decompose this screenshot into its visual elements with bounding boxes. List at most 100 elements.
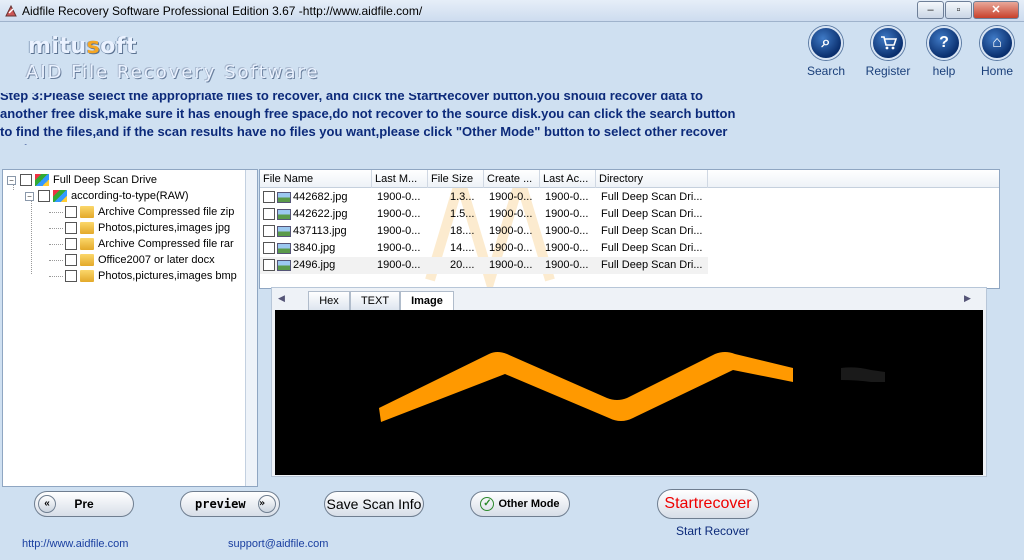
search-nav-button[interactable]: ⌕ Search xyxy=(802,26,850,78)
tab-image[interactable]: Image xyxy=(400,291,454,311)
tree-item-checkbox[interactable] xyxy=(65,270,77,282)
image-file-icon xyxy=(277,225,291,237)
help-icon: ? xyxy=(927,26,961,60)
tree-item-row[interactable]: Photos,pictures,images jpg xyxy=(49,220,230,236)
tree-item-row[interactable]: Photos,pictures,images bmp xyxy=(49,268,237,284)
tree-connector xyxy=(49,275,63,277)
column-header-last-modified[interactable]: Last M... xyxy=(372,170,428,188)
home-icon: ⌂ xyxy=(980,26,1014,60)
tree-item-label: Photos,pictures,images jpg xyxy=(98,222,231,234)
save-scan-info-button[interactable]: Save Scan Info xyxy=(324,491,424,517)
other-mode-label: Other Mode xyxy=(498,498,560,510)
column-header-file-name[interactable]: File Name xyxy=(260,170,372,188)
tree-item-checkbox[interactable] xyxy=(65,254,77,266)
directory-cell: Full Deep Scan Dri... xyxy=(601,208,703,220)
row-checkbox[interactable] xyxy=(263,259,275,272)
tab-hex[interactable]: Hex xyxy=(308,291,350,310)
directory-cell: Full Deep Scan Dri... xyxy=(601,191,703,203)
column-header-last-accessed[interactable]: Last Ac... xyxy=(540,170,596,188)
image-file-icon xyxy=(277,208,291,220)
tab-scroll-left-icon[interactable]: ◀ xyxy=(278,293,285,304)
website-link[interactable]: http://www.aidfile.com xyxy=(22,538,128,550)
table-row[interactable]: 442622.jpg 1900-0... 1.5... 1900-0... 19… xyxy=(260,206,708,223)
title-bar: Aidfile Recovery Software Professional E… xyxy=(0,0,1024,22)
support-email-link[interactable]: support@aidfile.com xyxy=(228,538,328,550)
search-nav-label: Search xyxy=(806,64,846,78)
help-nav-button[interactable]: ? help xyxy=(920,26,968,78)
file-name-cell: 442622.jpg xyxy=(293,208,348,220)
collapse-toggle-icon[interactable]: − xyxy=(25,191,34,201)
scan-tree-panel[interactable]: − Full Deep Scan Drive − according-to-ty… xyxy=(2,169,258,487)
tree-group-checkbox[interactable] xyxy=(38,190,50,202)
folder-icon xyxy=(80,222,94,234)
tree-root-checkbox[interactable] xyxy=(20,174,32,186)
tree-scrollbar[interactable] xyxy=(245,170,257,486)
file-table-header: File Name Last M... File Size Create ...… xyxy=(260,170,999,188)
help-nav-label: help xyxy=(932,64,956,78)
pre-button[interactable]: « Pre xyxy=(34,491,134,517)
product-subtitle: AID File Recovery Software xyxy=(26,62,320,83)
tree-group-row[interactable]: − according-to-type(RAW) xyxy=(25,188,189,204)
folder-icon xyxy=(80,206,94,218)
chevron-left-icon: « xyxy=(38,495,56,513)
drive-icon xyxy=(53,190,67,202)
collapse-toggle-icon[interactable]: − xyxy=(7,175,16,185)
image-file-icon xyxy=(277,242,291,254)
tree-root-row[interactable]: − Full Deep Scan Drive xyxy=(7,172,157,188)
column-header-file-size[interactable]: File Size xyxy=(428,170,484,188)
start-recover-caption: Start Recover xyxy=(676,524,750,538)
home-nav-label: Home xyxy=(980,64,1013,78)
preview-panel: ◀ Hex TEXT Image ▶ xyxy=(271,287,987,477)
tab-scroll-right-icon[interactable]: ▶ xyxy=(964,293,971,304)
maximize-button[interactable]: ▫ xyxy=(945,1,972,19)
table-row[interactable]: 3840.jpg 1900-0... 14.... 1900-0... 1900… xyxy=(260,240,708,257)
file-size-cell: 1.3... xyxy=(450,191,475,203)
instructions-panel: Step 3:Please select the appropriate fil… xyxy=(0,93,745,145)
last-modified-cell: 1900-0... xyxy=(377,191,421,203)
created-cell: 1900-0... xyxy=(489,191,533,203)
preview-button-label: preview xyxy=(195,497,246,511)
tree-item-label: Archive Compressed file zip xyxy=(98,206,235,218)
minimize-button[interactable]: – xyxy=(917,1,944,19)
file-size-cell: 20.... xyxy=(450,259,475,271)
tree-root-label: Full Deep Scan Drive xyxy=(53,174,157,186)
row-checkbox[interactable] xyxy=(263,191,275,204)
tree-item-checkbox[interactable] xyxy=(65,206,77,218)
directory-cell: Full Deep Scan Dri... xyxy=(601,225,703,237)
tree-connector xyxy=(49,259,63,261)
last-modified-cell: 1900-0... xyxy=(377,242,421,254)
pre-button-label: Pre xyxy=(74,497,94,511)
image-file-icon xyxy=(277,259,291,271)
brand-prefix: mitu xyxy=(28,34,87,59)
image-file-icon xyxy=(277,191,291,203)
close-button[interactable]: ✕ xyxy=(973,1,1019,19)
row-checkbox[interactable] xyxy=(263,208,275,221)
row-checkbox[interactable] xyxy=(263,242,275,255)
last-accessed-cell: 1900-0... xyxy=(545,191,589,203)
table-row[interactable]: 437113.jpg 1900-0... 18.... 1900-0... 19… xyxy=(260,223,708,240)
last-accessed-cell: 1900-0... xyxy=(545,259,589,271)
home-nav-button[interactable]: ⌂ Home xyxy=(973,26,1021,78)
last-accessed-cell: 1900-0... xyxy=(545,225,589,237)
register-nav-button[interactable]: Register xyxy=(864,26,912,78)
last-accessed-cell: 1900-0... xyxy=(545,242,589,254)
tab-text[interactable]: TEXT xyxy=(350,291,400,310)
other-mode-button[interactable]: ✓ Other Mode xyxy=(470,491,570,517)
table-row-selected[interactable]: 2496.jpg 1900-0... 20.... 1900-0... 1900… xyxy=(260,257,708,274)
folder-icon xyxy=(80,238,94,250)
file-list-panel[interactable]: File Name Last M... File Size Create ...… xyxy=(259,169,1000,289)
start-recover-button[interactable]: Startrecover xyxy=(657,489,759,519)
preview-button[interactable]: preview » xyxy=(180,491,280,517)
directory-cell: Full Deep Scan Dri... xyxy=(601,259,703,271)
brand-suffix: oft xyxy=(100,34,137,59)
tree-item-checkbox[interactable] xyxy=(65,222,77,234)
register-nav-label: Register xyxy=(865,64,911,78)
tree-item-row[interactable]: Archive Compressed file zip xyxy=(49,204,234,220)
tree-item-row[interactable]: Office2007 or later docx xyxy=(49,252,215,268)
column-header-created[interactable]: Create ... xyxy=(484,170,540,188)
column-header-directory[interactable]: Directory xyxy=(596,170,708,188)
table-row[interactable]: 442682.jpg 1900-0... 1.3... 1900-0... 19… xyxy=(260,189,708,206)
tree-item-row[interactable]: Archive Compressed file rar xyxy=(49,236,234,252)
row-checkbox[interactable] xyxy=(263,225,275,238)
tree-item-checkbox[interactable] xyxy=(65,238,77,250)
